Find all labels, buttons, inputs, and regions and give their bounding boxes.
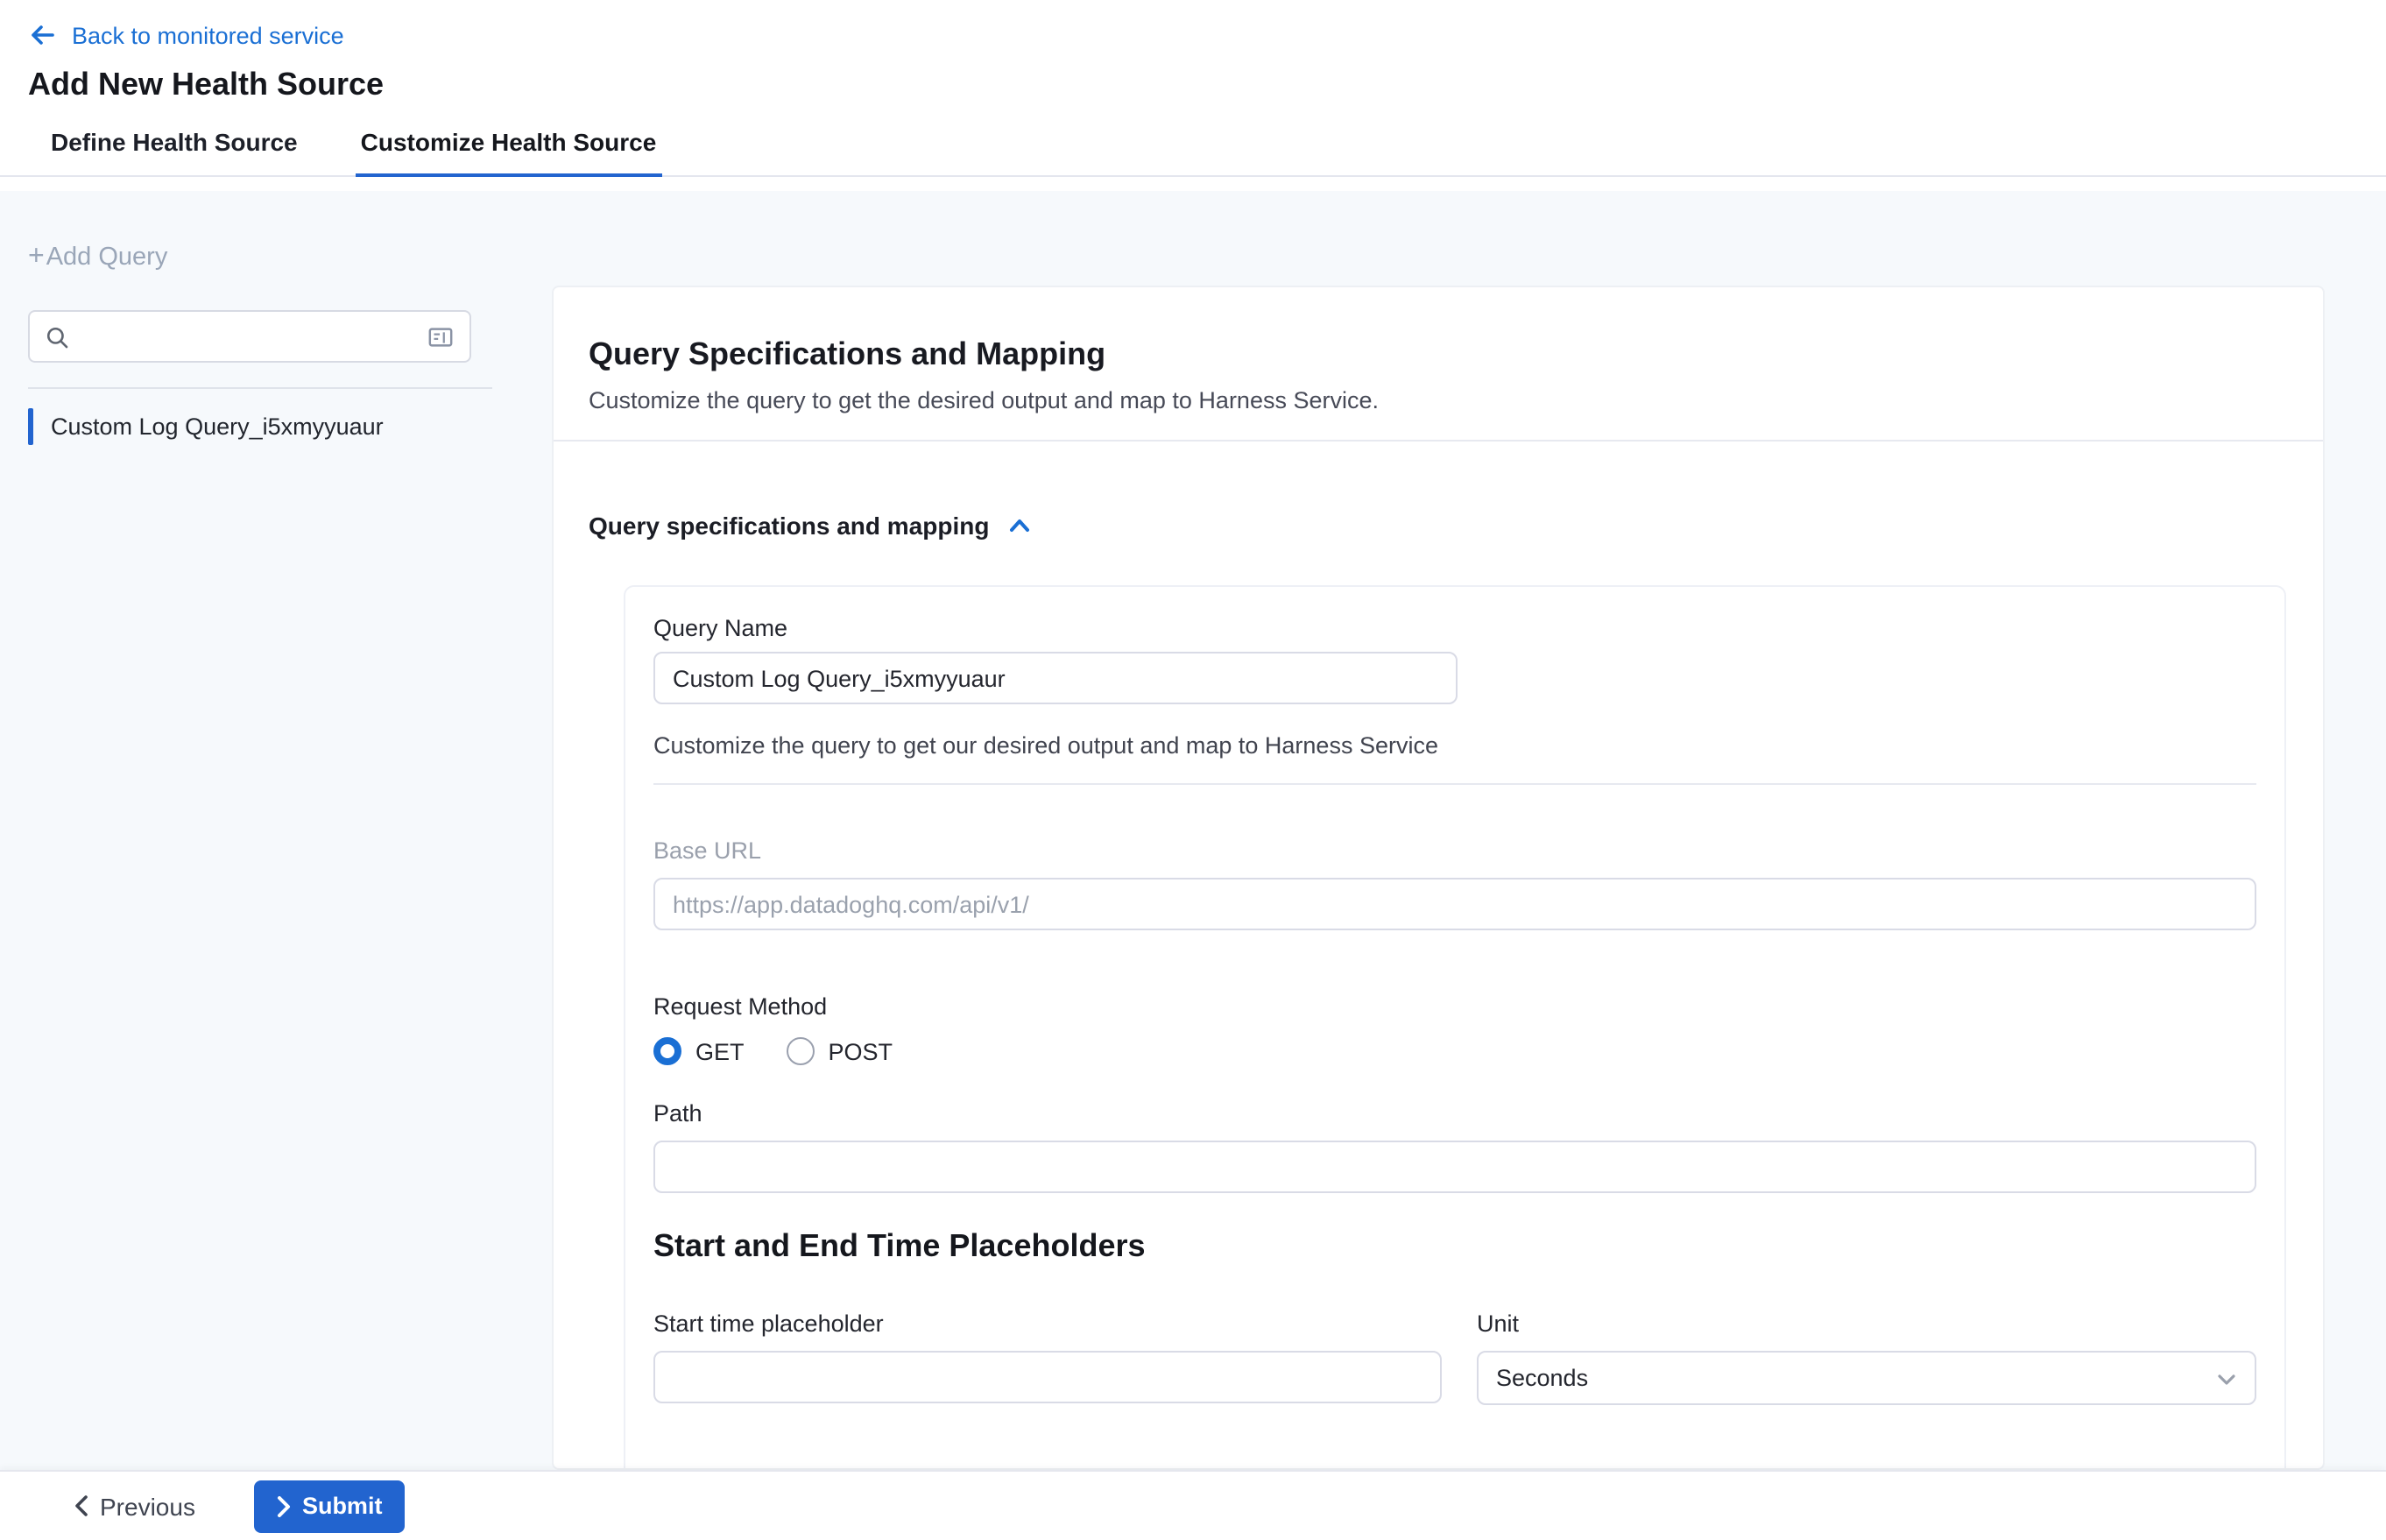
back-link-label: Back to monitored service — [72, 22, 344, 48]
search-icon — [46, 325, 68, 348]
previous-button[interactable]: Previous — [74, 1492, 195, 1520]
page-title: Add New Health Source — [28, 67, 2358, 103]
query-sidebar: + Add Query Custom Log Query_i5xmyyuaur — [0, 191, 552, 1470]
unit-select-value: Seconds — [1496, 1365, 1588, 1391]
start-time-field: Start time placeholder — [653, 1310, 1442, 1405]
base-url-input[interactable] — [653, 878, 2256, 930]
base-url-label: Base URL — [653, 837, 2256, 864]
panel-subtitle: Customize the query to get the desired o… — [589, 387, 2288, 413]
query-search-box — [28, 310, 471, 363]
path-label: Path — [653, 1100, 2256, 1127]
query-name-label: Query Name — [653, 615, 2256, 641]
panel-header: Query Specifications and Mapping Customi… — [554, 287, 2323, 442]
section-header: Query specifications and mapping — [589, 512, 2323, 540]
query-spec-panel: Query Specifications and Mapping Customi… — [552, 286, 2325, 1470]
unit-select[interactable]: Seconds — [1477, 1351, 2256, 1405]
page-header: Back to monitored service Add New Health… — [0, 0, 2386, 103]
placeholders-row: Start time placeholder Unit Seconds — [653, 1310, 2256, 1405]
submit-button[interactable]: Submit — [255, 1480, 406, 1532]
wizard-footer: Previous Submit — [0, 1470, 2386, 1540]
panel-title: Query Specifications and Mapping — [589, 336, 2288, 373]
query-item-label: Custom Log Query_i5xmyyuaur — [51, 413, 384, 440]
tab-define-health-source[interactable]: Define Health Source — [46, 128, 303, 175]
add-query-label: Add Query — [46, 244, 168, 272]
chevron-up-icon[interactable] — [1006, 515, 1031, 536]
sidebar-divider — [28, 387, 492, 389]
radio-post-label: POST — [829, 1038, 893, 1064]
tab-customize-health-source[interactable]: Customize Health Source — [356, 128, 662, 177]
add-query-button[interactable]: + Add Query — [28, 244, 167, 272]
radio-unselected-icon — [787, 1037, 815, 1065]
query-form-card: Query Name Customize the query to get ou… — [624, 585, 2286, 1470]
path-input[interactable] — [653, 1141, 2256, 1193]
section-title: Query specifications and mapping — [589, 512, 989, 540]
selected-indicator — [28, 408, 33, 445]
chevron-right-icon — [278, 1495, 292, 1516]
unit-label: Unit — [1477, 1310, 2256, 1337]
chevron-down-icon — [2216, 1369, 2237, 1387]
query-helper-text: Customize the query to get our desired o… — [653, 732, 2256, 759]
request-method-group: GET POST — [653, 1037, 2256, 1065]
back-link[interactable]: Back to monitored service — [28, 21, 344, 49]
table-view-icon[interactable] — [427, 323, 454, 350]
unit-field: Unit Seconds — [1477, 1310, 2256, 1405]
placeholders-heading: Start and End Time Placeholders — [653, 1228, 2256, 1265]
tab-bar: Define Health Source Customize Health So… — [0, 128, 2386, 177]
content-area: + Add Query Custom Log Query_i5xmyyuaur — [0, 191, 2386, 1470]
chevron-left-icon — [74, 1494, 89, 1517]
radio-get-label: GET — [695, 1038, 745, 1064]
submit-button-label: Submit — [302, 1493, 383, 1519]
plus-icon: + — [28, 245, 45, 270]
radio-selected-icon — [653, 1037, 681, 1065]
start-time-label: Start time placeholder — [653, 1310, 1442, 1337]
app-window: Back to monitored service Add New Health… — [0, 0, 2386, 1540]
start-time-input[interactable] — [653, 1351, 1442, 1403]
radio-get[interactable]: GET — [653, 1037, 745, 1065]
request-method-label: Request Method — [653, 993, 2256, 1020]
arrow-left-icon — [28, 21, 56, 49]
previous-button-label: Previous — [100, 1492, 195, 1520]
form-divider — [653, 783, 2256, 785]
query-list-item[interactable]: Custom Log Query_i5xmyyuaur — [28, 408, 552, 445]
query-name-input[interactable] — [653, 652, 1458, 704]
search-input[interactable] — [81, 323, 415, 350]
radio-post[interactable]: POST — [787, 1037, 893, 1065]
